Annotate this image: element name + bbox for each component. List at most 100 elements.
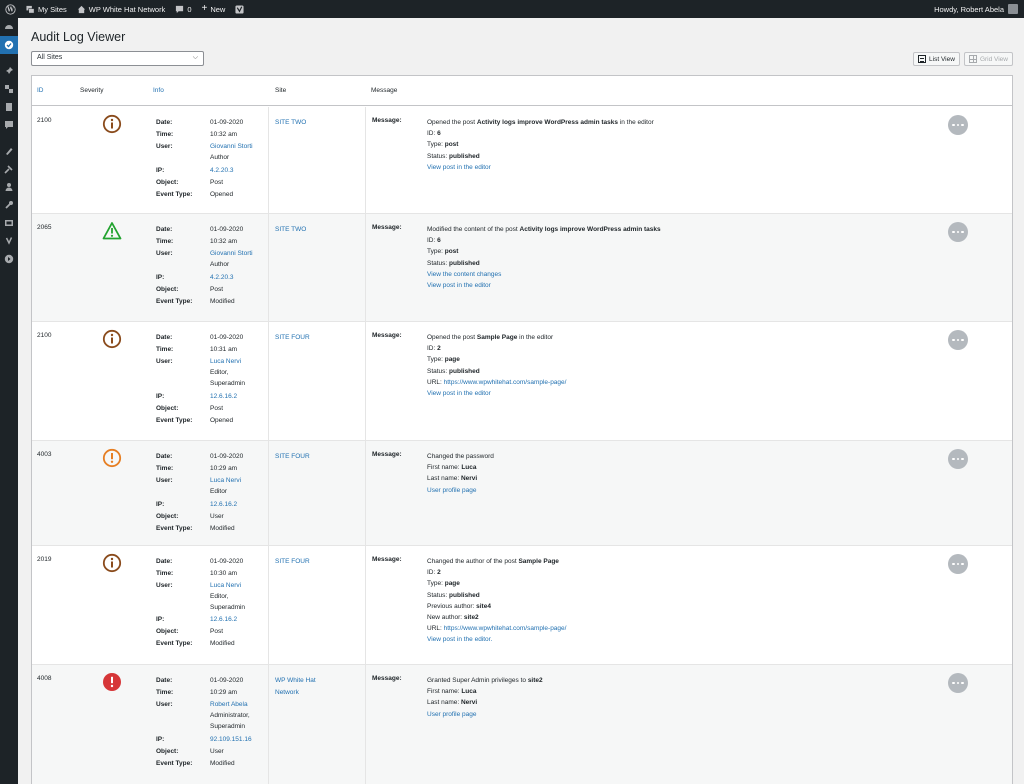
post-title: Activity logs improve WordPress admin ta…	[519, 226, 661, 233]
appearance-icon[interactable]	[0, 142, 18, 160]
user-link[interactable]: Luca Nervi	[210, 358, 241, 366]
ip-link[interactable]: 4.2.20.3	[210, 274, 234, 282]
site-filter-value: All Sites	[37, 54, 63, 61]
message-label: Message:	[372, 117, 402, 124]
column-header-message: Message	[371, 87, 398, 94]
collapse-menu-icon[interactable]	[0, 250, 18, 268]
view-post-link[interactable]: View post in the editor	[427, 390, 491, 397]
time-label: Time:	[156, 131, 174, 138]
more-options-button[interactable]	[948, 330, 968, 350]
event-date: 01-09-2020	[210, 334, 244, 341]
column-header-info[interactable]: Info	[153, 87, 164, 94]
status-label: Status:	[427, 591, 450, 599]
comments-menu-icon[interactable]	[0, 116, 18, 134]
previous-author-value: site4	[476, 602, 491, 610]
event-date: 01-09-2020	[210, 677, 244, 684]
more-options-button[interactable]	[948, 554, 968, 574]
type-label: Type:	[427, 248, 445, 256]
event-message: Opened the post Sample Page in the edito…	[427, 332, 927, 399]
my-sites-label: My Sites	[38, 4, 67, 14]
view-post-link[interactable]: View post in the editor.	[427, 636, 492, 643]
status-label: Status:	[427, 152, 450, 160]
event-type: Opened	[210, 417, 234, 424]
view-changes-link[interactable]: View the content changes	[427, 271, 501, 278]
wrench-icon[interactable]	[0, 196, 18, 214]
comments-link[interactable]: 0	[170, 0, 196, 18]
event-type-label: Event Type:	[156, 298, 193, 305]
event-type: Modified	[210, 640, 235, 647]
ip-label: IP:	[156, 736, 165, 743]
site-link[interactable]: SITE TWO	[275, 224, 355, 236]
ip-link[interactable]: 92.109.151.16	[210, 736, 252, 744]
pin-icon[interactable]	[0, 62, 18, 80]
id-value: 2	[437, 569, 441, 577]
wordpress-logo-icon[interactable]: W	[0, 0, 21, 18]
list-view-button[interactable]: List View	[913, 52, 960, 66]
event-type-label: Event Type:	[156, 525, 193, 532]
dashboard-icon[interactable]	[0, 18, 18, 36]
user-link[interactable]: Luca Nervi	[210, 582, 241, 590]
settings-icon[interactable]	[0, 214, 18, 232]
event-date: 01-09-2020	[210, 453, 244, 460]
site-link[interactable]: SITE FOUR	[275, 332, 355, 344]
users-icon[interactable]	[0, 178, 18, 196]
pages-icon[interactable]	[0, 98, 18, 116]
ip-link[interactable]: 4.2.20.3	[210, 167, 234, 175]
chevron-down-icon: ⌵	[192, 54, 198, 61]
user-link[interactable]: Giovanni Storti	[210, 143, 253, 151]
url-label: URL:	[427, 378, 444, 386]
event-message: Changed the author of the post Sample Pa…	[427, 556, 927, 646]
user-link[interactable]: Luca Nervi	[210, 477, 241, 485]
audit-log-menu-icon[interactable]	[0, 36, 18, 54]
ip-link[interactable]: 12.6.16.2	[210, 616, 237, 624]
type-value: page	[444, 356, 460, 364]
more-options-button[interactable]	[948, 449, 968, 469]
user-profile-link[interactable]: User profile page	[427, 711, 477, 718]
ip-label: IP:	[156, 616, 165, 623]
id-label: ID:	[427, 569, 438, 577]
site-link[interactable]: SITE FOUR	[275, 451, 355, 463]
view-post-link[interactable]: View post in the editor	[427, 164, 491, 171]
tools-plugin-icon[interactable]	[0, 160, 18, 178]
message-text: Modified the content of the post	[427, 226, 520, 233]
more-options-button[interactable]	[948, 222, 968, 242]
column-header-id[interactable]: ID	[37, 87, 44, 94]
time-label: Time:	[156, 689, 174, 696]
time-label: Time:	[156, 570, 174, 577]
site-link[interactable]: WP White Hat Network	[275, 675, 355, 699]
plugins-icon[interactable]	[0, 80, 18, 98]
event-message: Opened the post Activity logs improve Wo…	[427, 117, 927, 173]
yoast-icon[interactable]	[230, 0, 249, 18]
url-link[interactable]: https://www.wpwhitehat.com/sample-page/	[444, 379, 567, 386]
user-link[interactable]: Giovanni Storti	[210, 250, 253, 258]
avatar	[1008, 4, 1018, 14]
event-message: Granted Super Admin privileges to site2 …	[427, 675, 927, 720]
yoast-menu-icon[interactable]	[0, 232, 18, 250]
more-options-button[interactable]	[948, 673, 968, 693]
site-filter-select[interactable]: All Sites ⌵	[31, 51, 204, 66]
site-link[interactable]: SITE TWO	[275, 117, 355, 129]
grid-view-button[interactable]: Grid View	[963, 52, 1013, 66]
site-link[interactable]: SITE FOUR	[275, 556, 355, 568]
url-link[interactable]: https://www.wpwhitehat.com/sample-page/	[444, 625, 567, 632]
home-icon	[77, 5, 85, 13]
post-title: Activity logs improve WordPress admin ta…	[476, 119, 618, 126]
new-content-menu[interactable]: + New	[196, 0, 230, 18]
message-label: Message:	[372, 451, 402, 458]
my-sites-menu[interactable]: My Sites	[21, 0, 72, 18]
object-label: Object:	[156, 628, 179, 635]
view-post-link[interactable]: View post in the editor	[427, 282, 491, 289]
info-circle-icon	[102, 329, 122, 349]
table-row: 4003 Date: 01-09-2020 Time: 10:29 am Use…	[32, 441, 1012, 546]
event-date: 01-09-2020	[210, 226, 244, 233]
ip-link[interactable]: 12.6.16.2	[210, 393, 237, 401]
ip-link[interactable]: 12.6.16.2	[210, 501, 237, 509]
more-options-button[interactable]	[948, 115, 968, 135]
user-profile-link[interactable]: User profile page	[427, 487, 477, 494]
user-link[interactable]: Robert Abela	[210, 701, 248, 709]
network-menu[interactable]: WP White Hat Network	[72, 0, 171, 18]
account-menu[interactable]: Howdy, Robert Abela	[934, 4, 1024, 14]
info-circle-icon	[102, 114, 122, 134]
table-row: 2100 Date: 01-09-2020 Time: 10:31 am Use…	[32, 322, 1012, 441]
event-type: Modified	[210, 760, 235, 767]
